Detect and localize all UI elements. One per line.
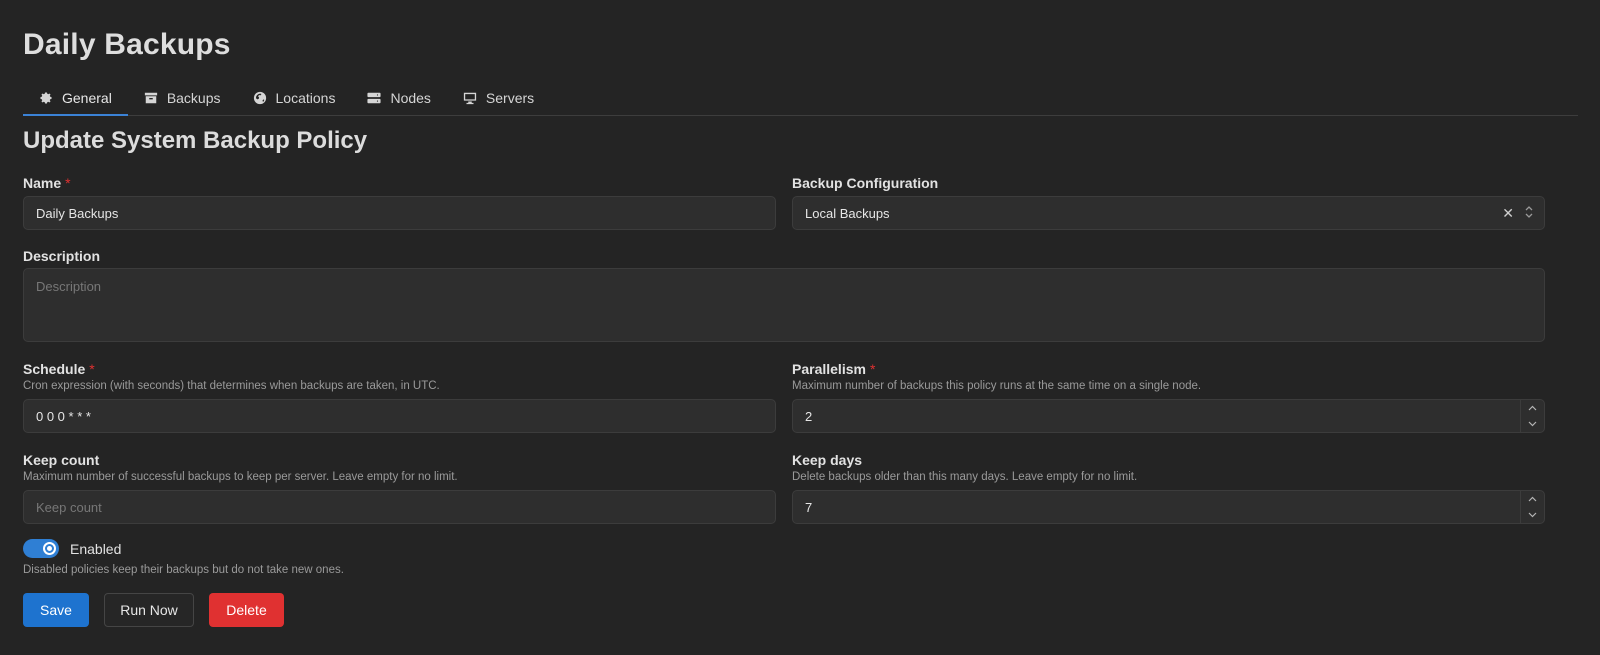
tab-general-label: General (62, 89, 112, 106)
keep-days-stepper (1520, 491, 1544, 523)
gear-icon (40, 91, 52, 104)
keep-days-hint: Delete backups older than this many days… (792, 471, 1138, 483)
toggle-knob (43, 542, 56, 555)
form-title: Update System Backup Policy (23, 127, 368, 154)
name-label-text: Name (23, 175, 62, 191)
tab-bar: General Backups Locations Nodes Servers (23, 81, 1578, 116)
decrement-button[interactable] (1521, 416, 1544, 432)
tab-general[interactable]: General (23, 81, 128, 116)
page-title: Daily Backups (23, 28, 231, 61)
keep-days-input[interactable] (805, 499, 1532, 515)
required-marker: * (89, 361, 95, 377)
delete-button[interactable]: Delete (209, 593, 284, 627)
keep-count-label: Keep count (23, 452, 100, 468)
chevron-down-icon (1528, 512, 1537, 518)
parallelism-label-text: Parallelism (792, 361, 866, 377)
tab-locations-label: Locations (275, 90, 336, 106)
parallelism-label: Parallelism * (792, 361, 875, 377)
monitor-icon (463, 92, 477, 105)
tab-servers-label: Servers (485, 90, 535, 106)
backup-configuration-select[interactable]: Local Backups ✕ (792, 196, 1545, 230)
tab-backups-label: Backups (166, 90, 221, 106)
required-marker: * (65, 175, 71, 191)
chevron-up-icon (1528, 405, 1537, 411)
keep-count-hint: Maximum number of successful backups to … (23, 471, 458, 483)
schedule-label: Schedule * (23, 361, 95, 377)
globe-icon (253, 91, 266, 105)
chevron-up-down-icon[interactable] (1524, 205, 1534, 222)
keep-count-field[interactable] (23, 490, 776, 524)
schedule-field[interactable] (23, 399, 776, 433)
save-button[interactable]: Save (23, 593, 89, 627)
backup-configuration-value: Local Backups (805, 205, 890, 221)
keep-days-field[interactable] (792, 490, 1545, 524)
schedule-hint: Cron expression (with seconds) that dete… (23, 380, 440, 392)
description-field[interactable] (23, 268, 1545, 342)
required-marker: * (869, 361, 876, 377)
schedule-label-text: Schedule (23, 361, 86, 377)
parallelism-field[interactable] (792, 399, 1545, 433)
name-input[interactable] (36, 205, 763, 221)
enabled-hint: Disabled policies keep their backups but… (23, 564, 344, 576)
server-icon (367, 92, 382, 104)
backup-configuration-label: Backup Configuration (792, 175, 939, 191)
keep-count-input[interactable] (36, 499, 763, 515)
tab-nodes-label: Nodes (390, 90, 431, 106)
tab-backups[interactable]: Backups (128, 81, 237, 115)
parallelism-input[interactable] (805, 408, 1532, 424)
increment-button[interactable] (1521, 400, 1544, 416)
description-textarea[interactable] (36, 279, 1532, 329)
schedule-input[interactable] (36, 408, 763, 424)
run-now-button[interactable]: Run Now (104, 593, 194, 627)
tab-servers[interactable]: Servers (447, 81, 550, 115)
backup-policy-page: Daily Backups General Backups Locations … (0, 0, 1600, 655)
clear-icon[interactable]: ✕ (1502, 205, 1514, 222)
archive-icon (144, 92, 157, 104)
chevron-down-icon (1528, 421, 1537, 427)
description-label: Description (23, 248, 101, 264)
parallelism-stepper (1520, 400, 1544, 432)
keep-days-label: Keep days (792, 452, 863, 468)
tab-nodes[interactable]: Nodes (351, 81, 446, 115)
enabled-label: Enabled (70, 541, 122, 557)
increment-button[interactable] (1521, 491, 1544, 507)
chevron-up-icon (1528, 496, 1537, 502)
tab-locations[interactable]: Locations (237, 81, 352, 115)
enabled-toggle[interactable] (23, 539, 59, 558)
name-label: Name * (23, 175, 71, 191)
name-field[interactable] (23, 196, 776, 230)
select-controls: ✕ (1502, 197, 1534, 229)
decrement-button[interactable] (1521, 507, 1544, 523)
parallelism-hint: Maximum number of backups this policy ru… (792, 380, 1202, 392)
